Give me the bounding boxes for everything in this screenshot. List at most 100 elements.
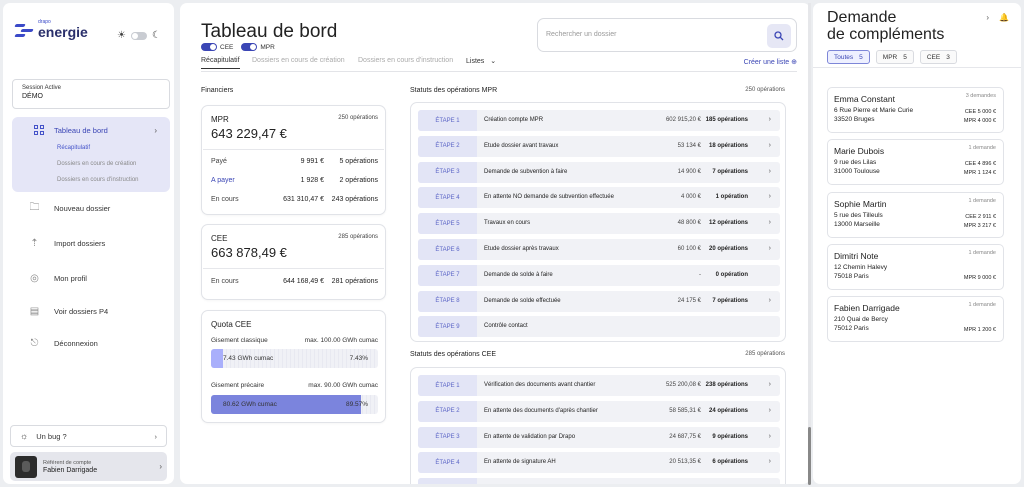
chevron-right-icon[interactable]: › [986,13,989,22]
step-amount: 48 800 € [677,220,701,227]
status-row[interactable]: ÉTAPE 2 Etude dossier avant travaux 53 134… [418,135,780,157]
status-row[interactable]: ÉTAPE 1 Vérification des documents avant … [418,375,780,396]
create-list-link[interactable]: Créer une liste ⊕ [744,58,797,66]
scrollbar-thumb[interactable] [808,427,811,485]
status-row[interactable]: ÉTAPE 8 Demande de solde effectuée 24 175 … [418,290,780,312]
theme-toggle[interactable] [130,31,147,40]
cee-name: CEE [211,234,228,243]
step-amount: 14 900 € [677,168,701,175]
address-line1: 9 rue des Lilas [834,159,877,167]
nav-new-file[interactable]: 🗀 Nouveau dossier [28,202,111,215]
mpr-row-topay[interactable]: A payer 1 928 €2 opérations [211,177,378,184]
logo[interactable]: drapo energie [14,20,88,39]
status-row[interactable]: ÉTAPE 3 Demande de subvention à faire 14 9… [418,161,780,183]
nav-sub-instruction[interactable]: Dossiers en cours d'instruction [57,177,139,183]
tab-lists[interactable]: Listes ⌄ [466,57,496,65]
amount-cee: CEE 2 911 € [965,213,996,220]
complement-card[interactable]: Emma Constant 3 demandes 6 Rue Pierre et M… [827,87,1004,133]
filter-cee-toggle[interactable] [201,43,217,51]
amount-mpr: MPR 3 217 € [963,222,996,229]
filter-mpr-toggle[interactable] [241,43,258,51]
filter-mpr-label: MPR [260,43,275,51]
chevron-right-icon: › [768,381,771,388]
chip-cee[interactable]: CEE 3 [919,50,957,64]
nav-sub-recap[interactable]: Récapitulatif [57,145,90,151]
step-badge: ÉTAPE 1 [418,375,477,396]
financiers-title: Financiers [201,87,234,94]
nav-p4-label: Voir dossiers P4 [54,307,109,316]
step-badge: ÉTAPE 5 [418,213,477,235]
session-box[interactable]: Session Active DÉMO [12,79,170,109]
step-badge: ÉTAPE 5 [418,478,477,484]
amount-mpr: MPR 1 124 € [963,170,996,177]
bug-icon: ☼ [20,431,29,441]
create-list-label: Créer une liste [743,59,790,66]
complement-card[interactable]: Fabien Darrigade 1 demande 210 Quai de Ber… [827,296,1004,343]
person-name: Marie Dubois [834,146,885,157]
status-row[interactable]: ÉTAPE 2 En attente des documents d'après … [418,400,780,422]
nav-import[interactable]: ⇡ Import dossiers [28,237,105,250]
chevron-right-icon: › [768,167,771,175]
demand-count: 1 demande [968,145,996,152]
complement-card[interactable]: Sophie Martin 1 demande 5 rue des Tilleuls… [827,191,1004,238]
step-amount: 60 100 € [677,246,701,252]
step-amount: 53 134 € [677,142,701,149]
main-scrollbar[interactable] [808,3,811,485]
status-row[interactable]: ÉTAPE 9 Contrôle contact [418,316,780,338]
nav-dashboard-label: Tableau de bord [54,125,108,135]
quota-precarious-bar: 80.62 GWh cumac 89.57% [211,395,378,414]
status-row[interactable]: ÉTAPE 3 En attente de validation par Drap… [418,426,780,448]
archive-icon: ▤ [29,306,40,317]
account-referent[interactable]: Référent de compte Fabien Darrigade › [10,452,167,481]
status-row[interactable]: ÉTAPE 1 Création compte MPR 602 915,20 € 18… [418,110,780,131]
status-row[interactable]: ÉTAPE 6 Etude dossier après travaux 60 100… [418,239,780,260]
chip-all[interactable]: Toutes 5 [827,50,870,64]
step-amount: 24 175 € [677,297,701,304]
nav-p4[interactable]: ▤ Voir dossiers P4 [28,305,108,318]
status-row[interactable]: ÉTAPE 5 Travaux en cours 48 800 € 12 opérat… [418,213,780,235]
nav-sub-creation[interactable]: Dossiers en cours de création [57,161,136,167]
status-row[interactable]: ÉTAPE 5 [418,478,780,484]
demand-count: 1 demande [968,197,996,204]
panel-title: Demande de compléments [827,9,945,43]
program-filters: CEE MPR [201,43,275,51]
cee-amount: 663 878,49 € [211,245,287,260]
nav-dashboard[interactable]: Tableau de bord › [12,123,170,137]
status-row[interactable]: ÉTAPE 7 Demande de solde à faire - 0 opérat… [418,264,780,286]
bug-report-button[interactable]: ☼ Un bug ? › [10,425,167,447]
search-input[interactable]: Rechercher un dossier [546,31,616,38]
complement-card[interactable]: Marie Dubois 1 demande 9 rue des Lilas 3100… [827,139,1004,186]
amount-mpr: MPR 9 000 € [963,274,996,281]
step-badge: ÉTAPE 1 [418,110,477,131]
chip-mpr[interactable]: MPR 5 [875,50,914,64]
tab-recap[interactable]: Récapitulatif [201,57,240,69]
bell-icon[interactable]: 🔔 [999,13,1009,22]
theme-switch[interactable]: ☀ ☾ [117,30,161,41]
filter-cee[interactable]: CEE [201,43,233,51]
folder-plus-icon: 🗀 [29,202,40,213]
step-count: 1 opération [715,194,748,201]
nav-logout[interactable]: ⎋ Déconnexion [28,337,98,350]
step-amount: - [699,271,701,278]
tab-creation[interactable]: Dossiers en cours de création [252,57,345,64]
chevron-down-icon: ⌄ [490,58,497,65]
search-button[interactable] [767,24,791,48]
step-label: En attente des documents d'après chantie… [484,407,598,414]
status-row[interactable]: ÉTAPE 4 En attente de signature AH 20 513,… [418,452,780,474]
step-count: 6 opérations [712,459,748,466]
status-row[interactable]: ÉTAPE 4 En attente NO demande de subventi… [418,187,780,209]
session-value: DÉMO [22,93,43,100]
filter-mpr[interactable]: MPR [241,43,275,51]
complement-card[interactable]: Dimitri Note 1 demande 12 Chemin Halevy 750… [827,243,1004,290]
nav-profile[interactable]: ◎ Mon profil [28,272,87,285]
user-circle-icon: ◎ [30,273,39,284]
search-box[interactable]: Rechercher un dossier [537,18,797,52]
step-count: 20 opérations [708,246,748,252]
cee-status-list: ÉTAPE 1 Vérification des documents avant … [410,367,786,484]
mpr-status-title: Statuts des opérations MPR [410,87,498,94]
chevron-right-icon: › [159,462,162,471]
cee-status-count: 285 opérations [745,351,785,357]
tab-instruction[interactable]: Dossiers en cours d'instruction [358,57,453,64]
logout-icon: ⎋ [30,338,39,349]
amount-mpr: MPR 4 000 € [963,118,996,124]
